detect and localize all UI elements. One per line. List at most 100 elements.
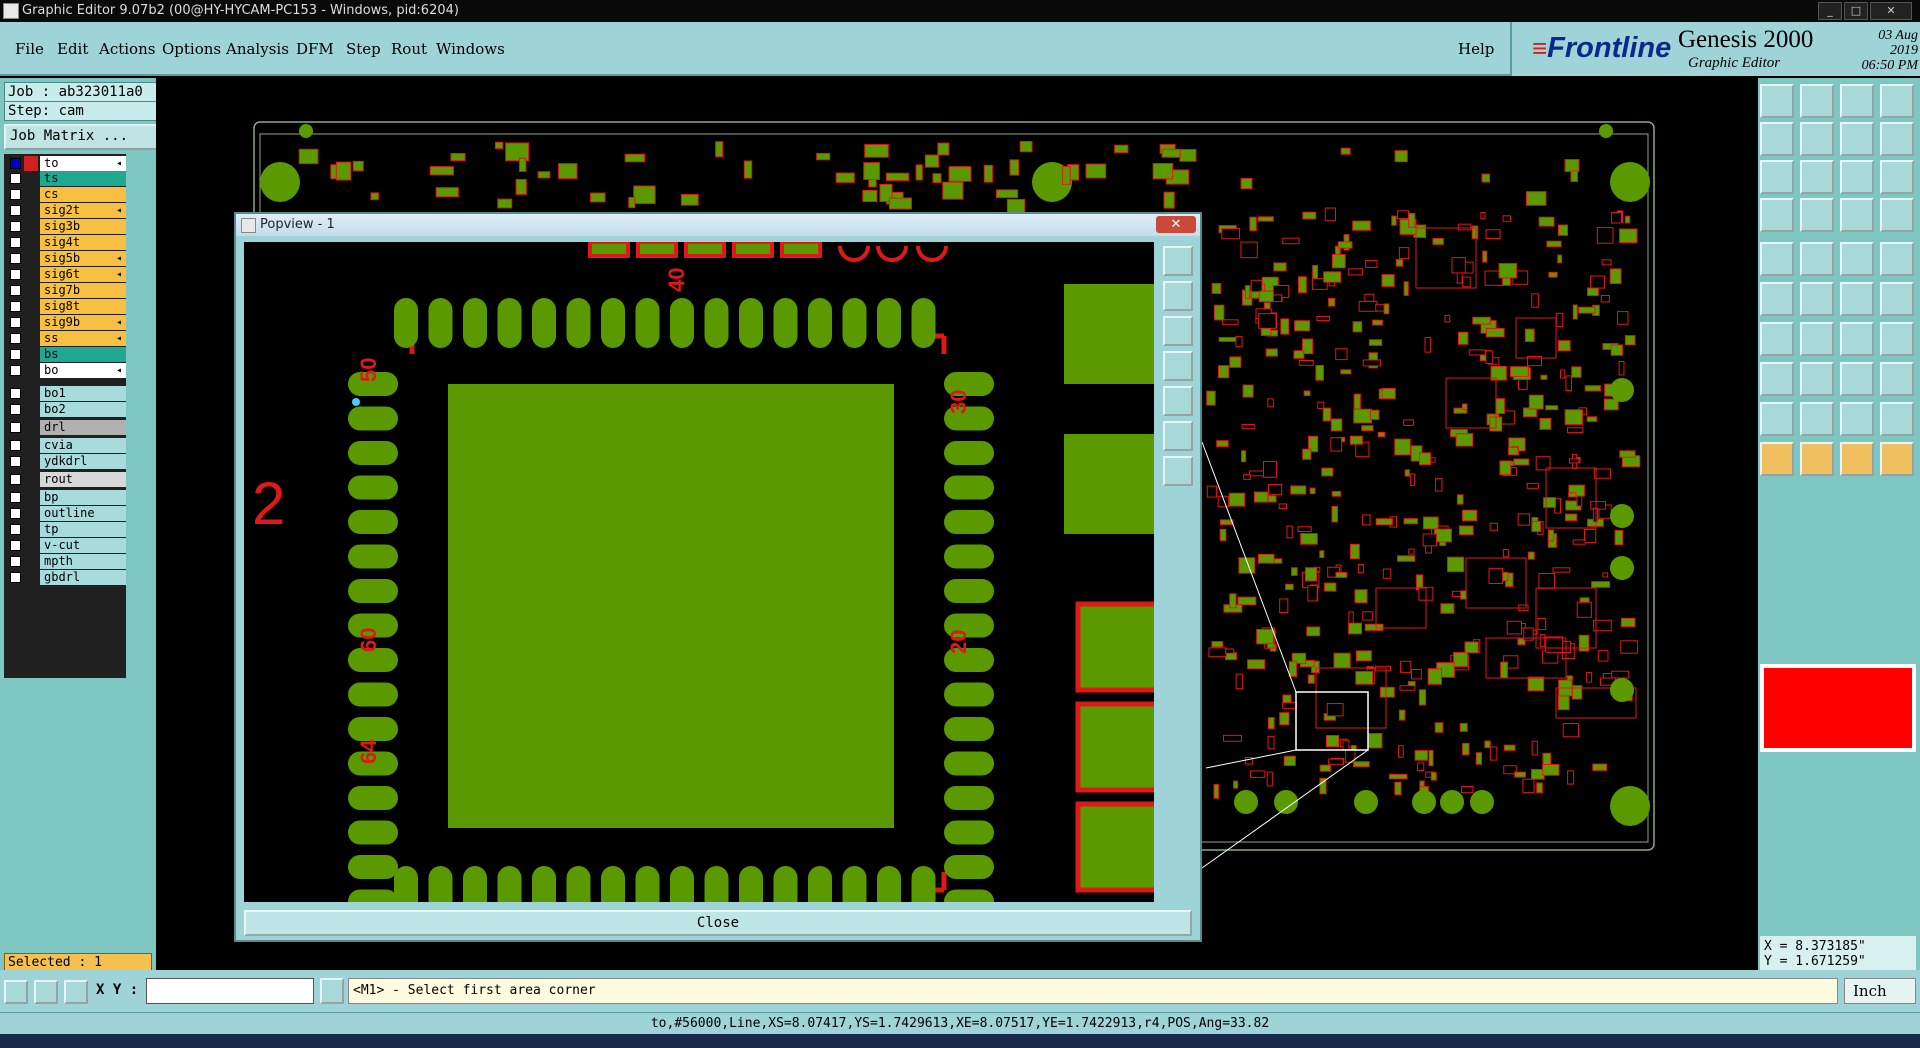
layer-row-sig2t[interactable]: sig2t ◂ xyxy=(4,203,126,218)
cursor-mode-icon[interactable] xyxy=(320,978,344,1004)
window-tool-icon[interactable] xyxy=(1880,84,1914,118)
layer-checkbox[interactable] xyxy=(10,237,21,248)
menu-dfm[interactable]: DFM xyxy=(296,40,334,58)
layer-checkbox[interactable] xyxy=(10,221,21,232)
pointer-sel-tool-icon[interactable] xyxy=(1800,442,1834,476)
layer-row-cs[interactable]: cs xyxy=(4,187,126,202)
layer-row-sig5b[interactable]: sig5b ◂ xyxy=(4,251,126,266)
zoom-in-box-tool-icon[interactable] xyxy=(1760,122,1794,156)
layers-stack-tool-icon[interactable] xyxy=(1880,198,1914,232)
layer-row-tp[interactable]: tp xyxy=(4,522,126,537)
close-window-button[interactable]: ✕ xyxy=(1870,2,1912,20)
layer-checkbox[interactable] xyxy=(10,285,21,296)
menu-help[interactable]: Help xyxy=(1458,40,1494,58)
mark-add-tool-icon[interactable] xyxy=(1760,362,1794,396)
xy-input[interactable] xyxy=(146,978,314,1004)
pointer-tool-icon[interactable] xyxy=(1760,442,1794,476)
zoomed-ic-view[interactable]: 40 50 30 60 20 64 2 xyxy=(244,240,1161,916)
pad-shape-tool-icon[interactable] xyxy=(1880,242,1914,276)
grid-tool-icon[interactable] xyxy=(64,980,88,1004)
layer-row-bo[interactable]: bo ◂ xyxy=(4,363,126,378)
net-select-tool-icon[interactable] xyxy=(1760,282,1794,316)
minimize-button[interactable]: _ xyxy=(1818,2,1842,20)
scale-tool-icon[interactable] xyxy=(1840,160,1874,194)
ruler-tool-icon[interactable] xyxy=(1840,242,1874,276)
layer-row-rout[interactable]: rout xyxy=(4,472,126,487)
layer-checkbox[interactable] xyxy=(10,205,21,216)
popview-center-view-icon[interactable] xyxy=(1163,456,1193,486)
popview-close-x-button[interactable]: ✕ xyxy=(1156,216,1196,233)
layer-checkbox[interactable] xyxy=(10,269,21,280)
zoom-region-tool-icon[interactable] xyxy=(1800,160,1834,194)
layer-checkbox[interactable] xyxy=(10,404,21,415)
layer-checkbox[interactable] xyxy=(10,388,21,399)
popview-zoom-out-icon[interactable] xyxy=(1163,316,1193,346)
layer-checkbox[interactable] xyxy=(10,524,21,535)
layer-checkbox[interactable] xyxy=(10,365,21,376)
step-repeat-tool-icon[interactable] xyxy=(1880,160,1914,194)
layer-checkbox[interactable] xyxy=(10,317,21,328)
menu-options[interactable]: Options xyxy=(162,40,221,58)
menu-analysis[interactable]: Analysis xyxy=(226,40,289,58)
menu-windows[interactable]: Windows xyxy=(436,40,505,58)
maximize-button[interactable]: □ xyxy=(1844,2,1868,20)
snap-tool-icon[interactable] xyxy=(4,980,28,1004)
slice-tool-icon[interactable] xyxy=(1800,322,1834,356)
layers-compare-tool-icon[interactable] xyxy=(1840,198,1874,232)
layer-row-gbdrl[interactable]: gbdrl xyxy=(4,570,126,585)
popview-zoom-in-icon[interactable] xyxy=(1163,281,1193,311)
layer-row-sig7b[interactable]: sig7b xyxy=(4,283,126,298)
layer-checkbox[interactable] xyxy=(10,189,21,200)
layer-row-bo2[interactable]: bo2 xyxy=(4,402,126,417)
popview-pan-left-icon[interactable] xyxy=(1163,351,1193,381)
layer-row-sig6t[interactable]: sig6t ◂ xyxy=(4,267,126,282)
pointer-copy-tool-icon[interactable] xyxy=(1880,442,1914,476)
arch-a-tool-icon[interactable] xyxy=(1840,402,1874,436)
edit-line-tool-icon[interactable] xyxy=(1760,322,1794,356)
text-a-tool-icon[interactable] xyxy=(1800,402,1834,436)
layer-row-cvia[interactable]: cvia xyxy=(4,438,126,453)
menu-actions[interactable]: Actions xyxy=(99,40,155,58)
layer-row-ts[interactable]: ts xyxy=(4,171,126,186)
line-add-tool-icon[interactable] xyxy=(1800,362,1834,396)
layer-checkbox[interactable] xyxy=(10,158,21,169)
arch-b-tool-icon[interactable] xyxy=(1880,402,1914,436)
layer-row-ydkdrl[interactable]: ydkdrl xyxy=(4,454,126,469)
layer-row-drl[interactable]: drl xyxy=(4,420,126,435)
layer-row-sig3b[interactable]: sig3b xyxy=(4,219,126,234)
popview-pan-right-icon[interactable] xyxy=(1163,386,1193,416)
layer-row-sig9b[interactable]: sig9b ◂ xyxy=(4,315,126,330)
menu-step[interactable]: Step xyxy=(346,40,381,58)
home-tool-icon[interactable] xyxy=(1840,84,1874,118)
layer-row-sig4t[interactable]: sig4t xyxy=(4,235,126,250)
layer-row-outline[interactable]: outline xyxy=(4,506,126,521)
layer-checkbox[interactable] xyxy=(10,422,21,433)
layer-checkbox[interactable] xyxy=(10,474,21,485)
layer-row-to[interactable]: to ◂ xyxy=(4,156,126,171)
snap-cross-tool-icon[interactable] xyxy=(1800,282,1834,316)
zoom-out-box-tool-icon[interactable] xyxy=(1800,122,1834,156)
triangle-a-tool-icon[interactable] xyxy=(1760,402,1794,436)
pin-split-tool-icon[interactable] xyxy=(1880,322,1914,356)
color-swatch[interactable] xyxy=(1760,664,1916,752)
layer-checkbox[interactable] xyxy=(10,508,21,519)
arc-tool-icon[interactable] xyxy=(1840,322,1874,356)
save-tool-icon[interactable] xyxy=(1800,84,1834,118)
popview-canvas[interactable]: 40 50 30 60 20 64 2 xyxy=(244,240,1161,916)
layer-checkbox[interactable] xyxy=(10,540,21,551)
menu-edit[interactable]: Edit xyxy=(57,40,88,58)
layer-row-bp[interactable]: bp xyxy=(4,490,126,505)
move-node-tool-icon[interactable] xyxy=(1840,282,1874,316)
layer-checkbox[interactable] xyxy=(10,173,21,184)
layer-checkbox[interactable] xyxy=(10,349,21,360)
layer-row-bs[interactable]: bs xyxy=(4,347,126,362)
unit-selector[interactable]: Inch xyxy=(1844,978,1916,1004)
layer-checkbox[interactable] xyxy=(10,253,21,264)
layer-row-sig8t[interactable]: sig8t xyxy=(4,299,126,314)
draw-line-tool-icon[interactable] xyxy=(1800,242,1834,276)
copy-tool-icon[interactable] xyxy=(1880,362,1914,396)
popview-zoom-home-icon[interactable] xyxy=(1163,246,1193,276)
add-node-tool-icon[interactable] xyxy=(1880,282,1914,316)
layer-checkbox[interactable] xyxy=(10,333,21,344)
measure-tool-icon[interactable] xyxy=(34,980,58,1004)
